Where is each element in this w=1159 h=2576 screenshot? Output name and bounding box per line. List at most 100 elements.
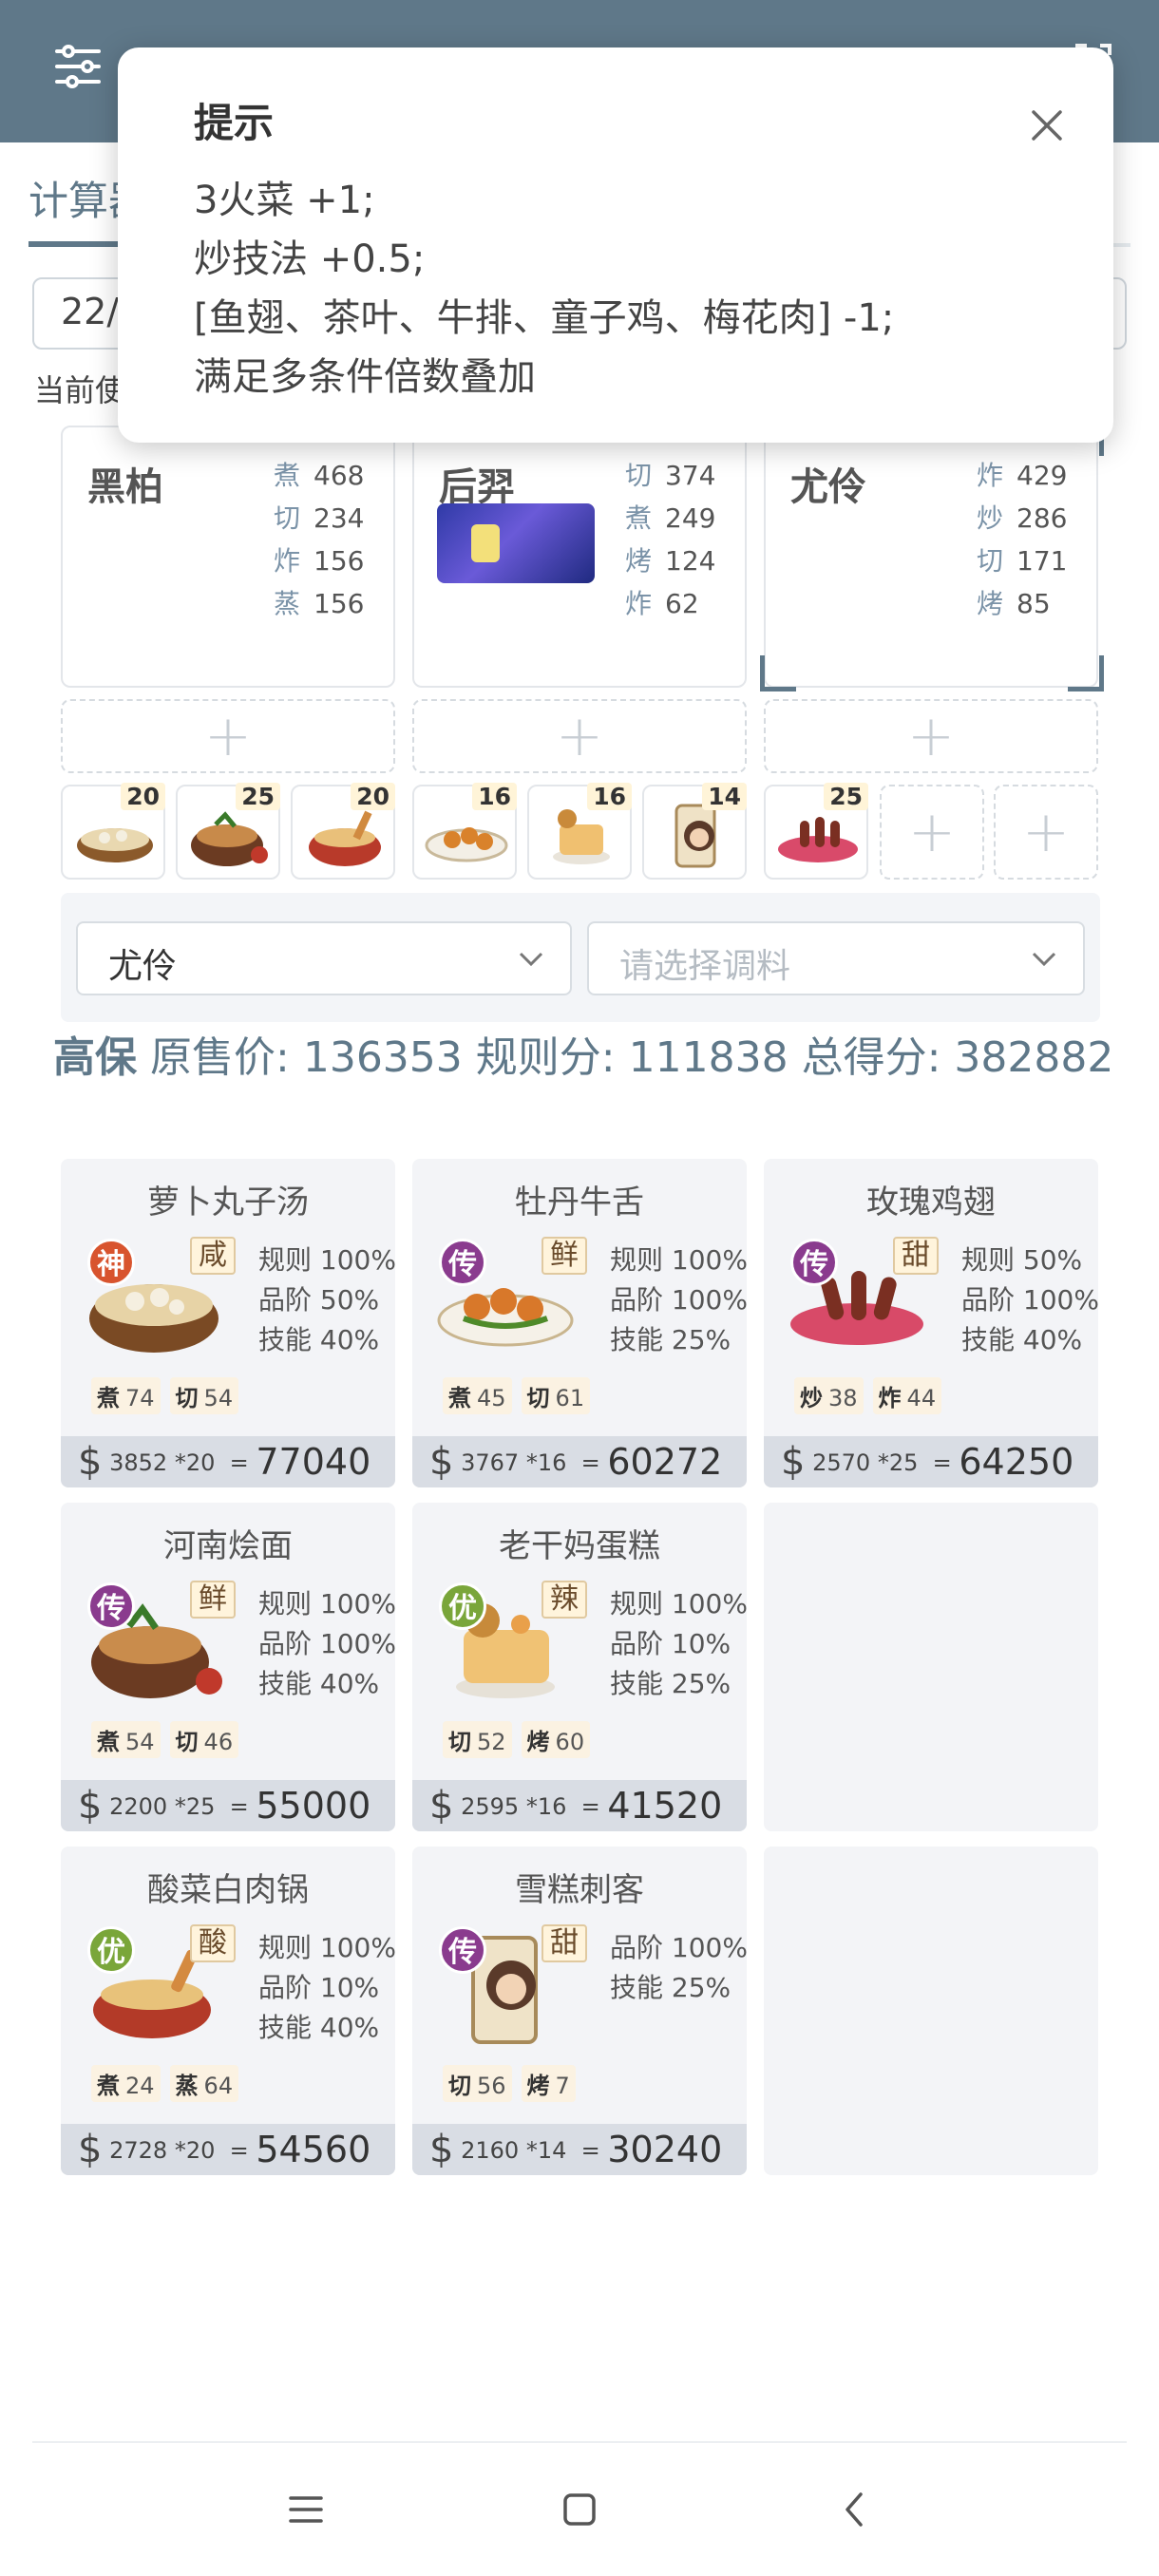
taste-tag: 辣: [542, 1581, 587, 1619]
dish-percentages: 规则 100% 品阶 10% 技能 25%: [610, 1588, 747, 1699]
price-bar: $ 2570 *25 = 64250: [764, 1436, 1098, 1487]
result-card[interactable]: 河南烩面 传 鲜 规则 100% 品阶 100% 技能 40% 煮 54 切 46 $ …: [61, 1503, 395, 1831]
current-label: 当前使: [34, 372, 126, 408]
rarity-badge: 优: [87, 1926, 135, 1974]
selection-corner: [760, 655, 796, 691]
home-icon[interactable]: [559, 2489, 600, 2530]
dish-title: 萝卜丸子汤: [147, 1184, 309, 1222]
dish-thumb-luobo[interactable]: 20: [61, 783, 165, 880]
seasoning-select[interactable]: 请选择调料: [587, 921, 1085, 995]
orig-price-value: 136353: [302, 1033, 463, 1082]
dish-title: 雪糕刺客: [515, 1871, 644, 1909]
close-icon[interactable]: [1028, 106, 1066, 144]
dish-total: 41520: [607, 1785, 723, 1827]
dish-count-badge: 25: [824, 783, 868, 810]
dish-thumb-xuegao[interactable]: 14: [642, 783, 747, 880]
chevron-down-icon: [1032, 952, 1056, 967]
dish-thumb-dangao[interactable]: 16: [527, 783, 632, 880]
result-card[interactable]: 玫瑰鸡翅 传 甜 规则 50% 品阶 100% 技能 40% 炒 38 炸 44 $ 2…: [764, 1159, 1098, 1487]
rarity-badge: 传: [87, 1582, 135, 1630]
chef-name: 黑柏: [87, 465, 163, 509]
dish-total: 55000: [256, 1785, 371, 1827]
chef-card-heibai[interactable]: 黑柏 煮 468 切 234 炸 156 蒸 156: [61, 426, 395, 688]
chef-select[interactable]: 尤伶: [76, 921, 572, 995]
price-bar: $ 2200 *25 = 55000: [61, 1780, 395, 1831]
dish-title: 老干妈蛋糕: [499, 1527, 660, 1565]
result-card[interactable]: 雪糕刺客 传 甜 品阶 100% 技能 25% 切 56 烤7 $ 2160 *14…: [412, 1847, 747, 2175]
dish-count-badge: 20: [351, 783, 395, 810]
add-dish-slot[interactable]: +: [994, 785, 1098, 880]
dish-total: 60272: [607, 1441, 723, 1483]
score-summary: 高保 原售价: 136353 规则分: 111838 总得分: 382882: [53, 1033, 1114, 1082]
price-bar: $ 2160 *14 = 30240: [412, 2124, 747, 2175]
chef-name: 尤伶: [790, 465, 866, 509]
sliders-icon[interactable]: [53, 42, 103, 91]
popup-line: 炒技法 +0.5;: [194, 237, 426, 281]
dish-title: 玫瑰鸡翅: [866, 1184, 996, 1222]
empty-result-card: [764, 1847, 1098, 2175]
add-dish-slot[interactable]: +: [880, 785, 984, 880]
chef-card-houyi[interactable]: 后羿 切 374 煮 249 烤 124 炸 62: [412, 426, 747, 688]
date-value: 22/: [61, 291, 120, 332]
price-bar: $ 3767 *16 = 60272: [412, 1436, 747, 1487]
dish-percentages: 品阶 100% 技能 25%: [610, 1932, 747, 2003]
price-bar: $ 3852 *20 = 77040: [61, 1436, 395, 1487]
dish-total: 64250: [959, 1441, 1074, 1483]
dish-title: 酸菜白肉锅: [147, 1871, 309, 1909]
chef-stats: 切 374 煮 249 烤 124 炸 62: [625, 460, 716, 619]
total-score-value: 382882: [954, 1033, 1114, 1082]
result-card[interactable]: 酸菜白肉锅 优 酸 规则 100% 品阶 10% 技能 40% 煮 24 蒸 64 $ …: [61, 1847, 395, 2175]
add-equip-slot[interactable]: +: [764, 699, 1098, 773]
dish-total: 30240: [607, 2129, 723, 2170]
dish-thumb-suancai[interactable]: 20: [291, 783, 395, 880]
popup-line: 满足多条件倍数叠加: [194, 355, 536, 399]
chevron-down-icon: [519, 952, 543, 967]
result-card[interactable]: 萝卜丸子汤 神 咸 规则 100% 品阶 50% 技能 40% 煮 74 切 54 $ …: [61, 1159, 395, 1487]
dish-thumb-huimian[interactable]: 25: [176, 783, 280, 880]
hint-popup: 提示 3火菜 +1; 炒技法 +0.5; [鱼翅、茶叶、牛排、童子鸡、梅花肉] …: [118, 47, 1113, 443]
add-equip-slot[interactable]: +: [61, 699, 395, 773]
dish-title: 河南烩面: [163, 1527, 293, 1565]
dish-percentages: 规则 100% 品阶 50% 技能 40%: [258, 1244, 395, 1355]
taste-tag: 甜: [542, 1924, 587, 1962]
skill-requirements: 切 56 烤7: [443, 2065, 576, 2102]
nav-divider: [32, 2441, 1127, 2443]
taste-tag: 甜: [893, 1237, 939, 1275]
chef-card-youling[interactable]: 尤伶 炸 429 炒 286 切 171 烤 85: [764, 426, 1098, 688]
dish-count-badge: 25: [236, 783, 280, 810]
dish-thumb-niushe[interactable]: 16: [412, 783, 517, 880]
popup-title: 提示: [194, 100, 275, 146]
seasoning-select-placeholder: 请选择调料: [619, 947, 791, 986]
add-equip-slot[interactable]: +: [412, 699, 747, 773]
selection-corner: [1068, 655, 1104, 691]
menu-icon[interactable]: [285, 2489, 327, 2530]
skill-requirements: 煮 74 切 54: [91, 1377, 239, 1414]
back-icon[interactable]: [834, 2489, 876, 2530]
taste-tag: 咸: [190, 1237, 236, 1275]
dish-percentages: 规则 100% 品阶 100% 技能 40%: [258, 1588, 395, 1699]
empty-result-card: [764, 1503, 1098, 1831]
tab-active-indicator: [28, 241, 124, 247]
chef-select-value: 尤伶: [108, 947, 178, 986]
dish-count-badge: 16: [472, 783, 517, 810]
guest-name: 高保: [53, 1033, 137, 1082]
chef-avatar: [437, 503, 595, 583]
chef-stats: 炸 429 炒 286 切 171 烤 85: [977, 460, 1068, 619]
result-card[interactable]: 牡丹牛舌 传 鲜 规则 100% 品阶 100% 技能 25% 煮 45 切 61 $ …: [412, 1159, 747, 1487]
rarity-badge: 神: [87, 1239, 135, 1286]
dish-total: 54560: [256, 2129, 371, 2170]
dish-count-badge: 20: [121, 783, 165, 810]
popup-line: [鱼翅、茶叶、牛排、童子鸡、梅花肉] -1;: [194, 296, 895, 340]
skill-requirements: 煮 45 切 61: [443, 1377, 591, 1414]
dish-title: 牡丹牛舌: [515, 1184, 644, 1222]
rarity-badge: 传: [439, 1926, 486, 1974]
dish-thumb-jichi[interactable]: 25: [764, 783, 868, 880]
rarity-badge: 传: [439, 1239, 486, 1286]
popup-line: 3火菜 +1;: [194, 179, 375, 222]
result-card[interactable]: 老干妈蛋糕 优 辣 规则 100% 品阶 10% 技能 25% 切 52 烤 60 $ …: [412, 1503, 747, 1831]
dish-count-badge: 14: [702, 783, 747, 810]
dish-percentages: 规则 100% 品阶 100% 技能 25%: [610, 1244, 747, 1355]
dish-count-badge: 16: [587, 783, 632, 810]
dish-total: 77040: [256, 1441, 371, 1483]
taste-tag: 鲜: [542, 1237, 587, 1275]
